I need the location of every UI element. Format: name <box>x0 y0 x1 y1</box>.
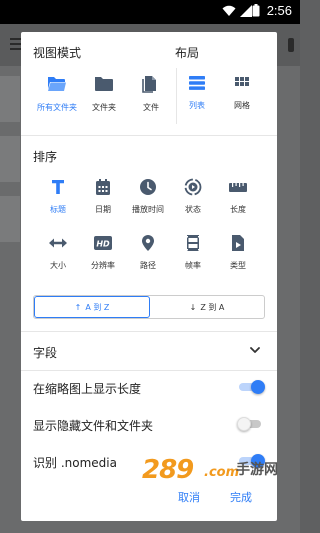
divider <box>21 331 277 332</box>
sort-option-label: 状态 <box>185 205 201 214</box>
calendar-icon <box>96 179 110 195</box>
sort-option-label: 帧率 <box>185 261 201 270</box>
hd-icon: HD <box>94 236 112 250</box>
view-mode-files[interactable]: 文件 <box>126 75 176 113</box>
size-arrows-icon <box>49 238 67 248</box>
view-mode-label: 文件夹 <box>92 103 116 112</box>
sort-option-label: 大小 <box>50 261 66 270</box>
sort-ascending-label: A 到 Z <box>85 302 110 312</box>
sort-length-option[interactable]: 长度 <box>216 178 260 215</box>
location-pin-icon <box>142 235 154 251</box>
show-length-toggle[interactable] <box>237 380 265 394</box>
setting-label: 识别 .nomedia <box>33 456 117 470</box>
setting-label: 显示隐藏文件和文件夹 <box>33 419 154 433</box>
toggle-knob <box>251 380 265 394</box>
view-mode-folders[interactable]: 文件夹 <box>79 75 129 113</box>
watermark-name: 手游网 <box>236 462 278 478</box>
setting-row-show-length: 在缩略图上显示长度 <box>33 377 265 397</box>
sort-resolution-option[interactable]: HD 分辨率 <box>81 234 125 271</box>
view-mode-title: 视图模式 <box>33 46 82 60</box>
layout-label: 列表 <box>189 101 205 110</box>
ruler-icon <box>229 183 247 192</box>
more-icon <box>288 38 294 52</box>
sort-option-label: 分辨率 <box>91 261 115 270</box>
battery-icon <box>252 4 260 17</box>
sort-option-label: 类型 <box>230 261 246 270</box>
arrow-down-icon: ↓ <box>189 302 197 312</box>
file-copy-icon <box>142 76 156 93</box>
watermark-logo: 289 .com 手游网 <box>142 455 292 495</box>
toggle-knob <box>237 417 251 431</box>
sort-status-option[interactable]: 状态 <box>171 178 215 215</box>
sort-descending-label: Z 到 A <box>200 302 225 312</box>
sort-playtime-option[interactable]: 播放时间 <box>126 178 170 215</box>
sort-option-label: 长度 <box>230 205 246 214</box>
layout-grid[interactable]: 网格 <box>217 75 267 111</box>
view-settings-dialog: 视图模式 布局 所有文件夹 文件夹 文件 列表 网格 排序 标题 日期 播放时间… <box>21 32 277 521</box>
setting-label: 在缩略图上显示长度 <box>33 382 142 396</box>
list-icon <box>189 76 205 90</box>
chevron-down-icon <box>250 347 260 353</box>
sort-framerate-option[interactable]: 帧率 <box>171 234 215 271</box>
sort-option-label: 路径 <box>140 261 156 270</box>
sort-date-option[interactable]: 日期 <box>81 178 125 215</box>
setting-row-show-hidden: 显示隐藏文件和文件夹 <box>33 414 265 434</box>
sort-title: 排序 <box>33 150 58 164</box>
wifi-icon <box>222 5 236 16</box>
title-icon <box>52 180 64 194</box>
view-mode-all-folders[interactable]: 所有文件夹 <box>32 75 82 113</box>
svg-text:HD: HD <box>96 240 110 249</box>
sort-descending-button[interactable]: ↓ Z 到 A <box>150 296 264 318</box>
show-hidden-toggle[interactable] <box>237 417 265 431</box>
sort-option-label: 标题 <box>50 205 66 214</box>
background-thumbnail <box>0 196 20 242</box>
watermark-suffix: .com <box>204 465 240 480</box>
arrow-up-icon: ↑ <box>74 302 82 312</box>
sort-type-option[interactable]: 类型 <box>216 234 260 271</box>
fields-row[interactable]: 字段 <box>33 341 265 361</box>
divider <box>21 370 277 371</box>
sort-option-label: 播放时间 <box>132 205 164 214</box>
view-mode-label: 文件 <box>143 103 159 112</box>
film-icon <box>187 235 199 251</box>
folder-open-icon <box>48 77 66 91</box>
view-mode-label: 所有文件夹 <box>37 103 77 112</box>
folder-icon <box>95 77 113 91</box>
file-play-icon <box>232 235 244 251</box>
sort-title-option[interactable]: 标题 <box>36 178 80 215</box>
divider <box>21 135 277 136</box>
watermark-number: 289 <box>142 455 194 485</box>
status-icon <box>184 178 202 196</box>
grid-icon <box>235 77 249 86</box>
layout-list[interactable]: 列表 <box>172 75 222 111</box>
status-time: 2:56 <box>266 3 292 18</box>
sort-path-option[interactable]: 路径 <box>126 234 170 271</box>
sort-order-control: ↑ A 到 Z ↓ Z 到 A <box>33 295 265 319</box>
sort-size-option[interactable]: 大小 <box>36 234 80 271</box>
sort-ascending-button[interactable]: ↑ A 到 Z <box>34 296 150 318</box>
background-thumbnail <box>0 76 20 122</box>
signal-icon <box>240 5 252 17</box>
background-thumbnail <box>0 136 20 182</box>
layout-title: 布局 <box>175 46 200 60</box>
sort-option-label: 日期 <box>95 205 111 214</box>
fields-title: 字段 <box>33 346 58 360</box>
status-bar: 2:56 <box>0 0 300 24</box>
clock-icon <box>140 179 156 195</box>
layout-label: 网格 <box>234 101 250 110</box>
